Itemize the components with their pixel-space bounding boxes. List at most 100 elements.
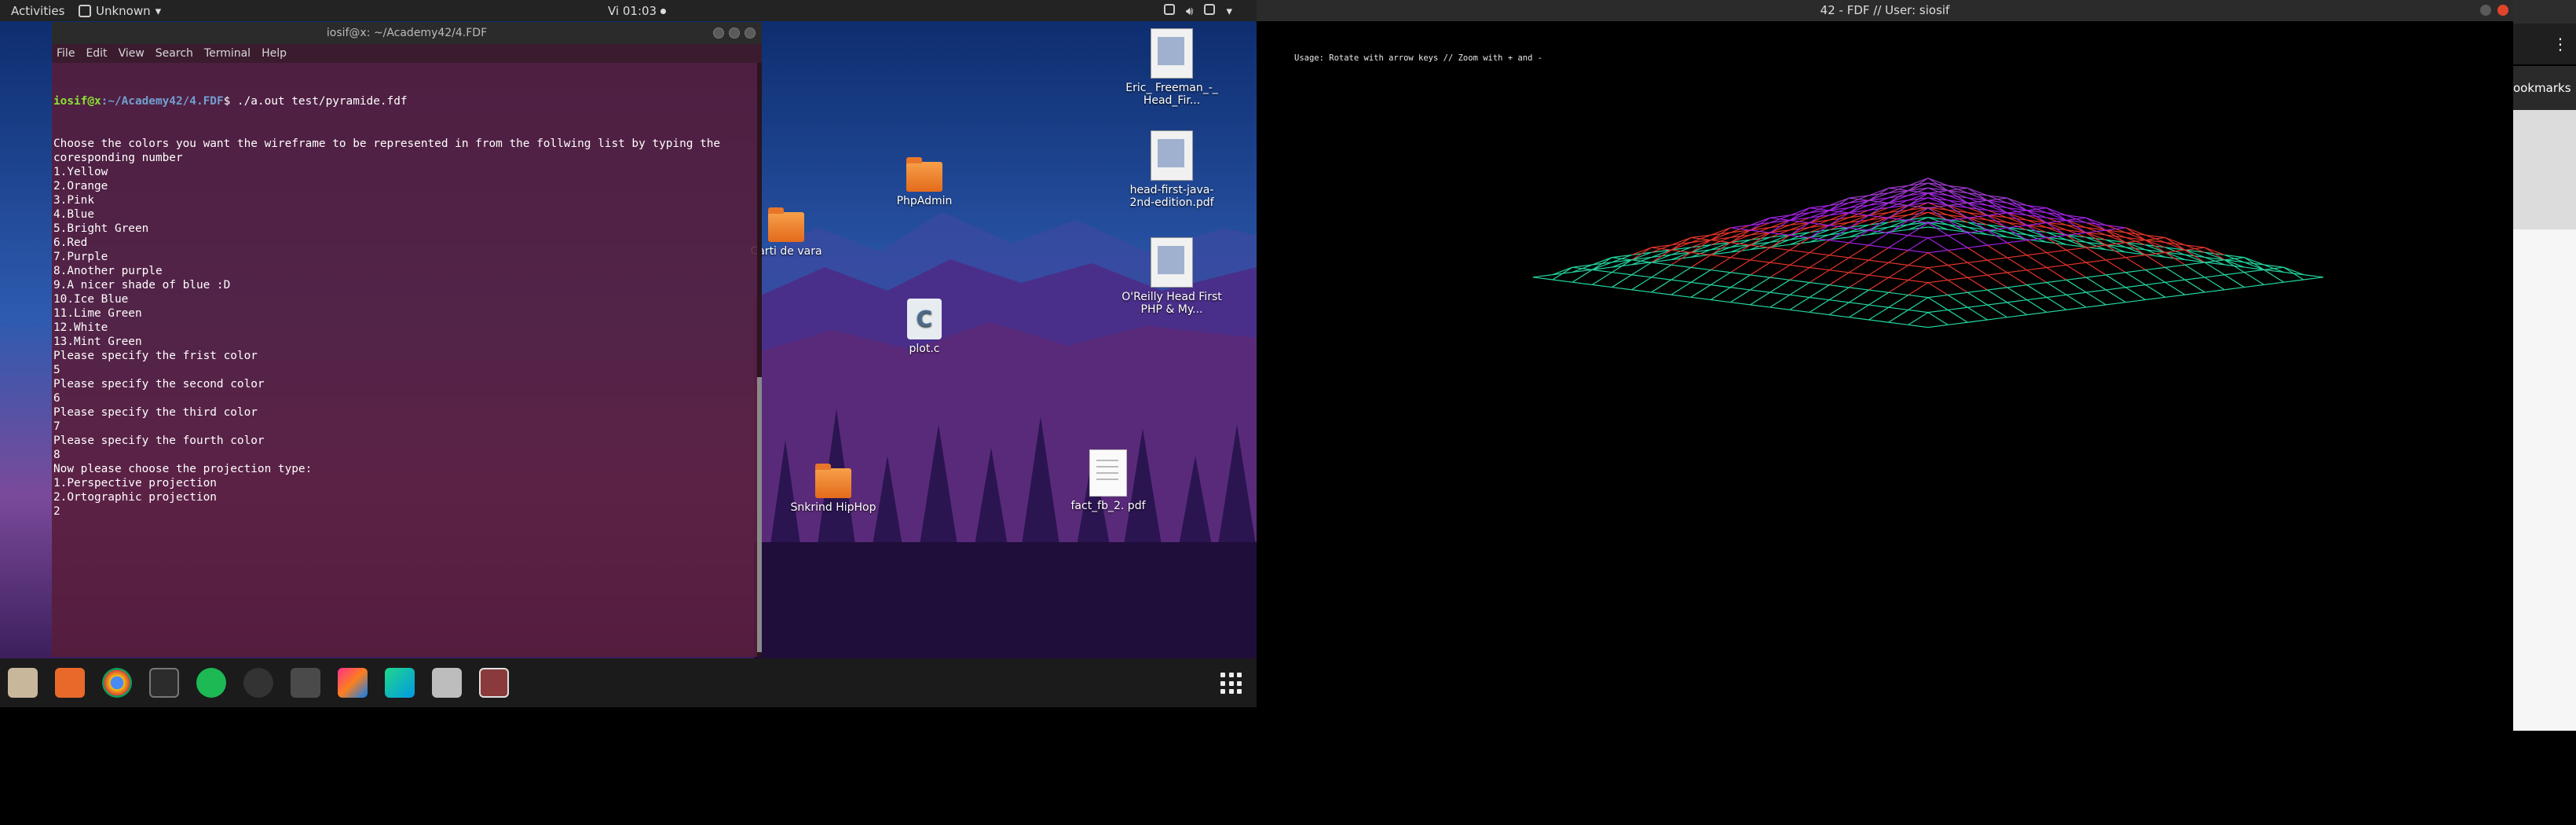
wireframe-edge (1711, 284, 1731, 288)
terminal-line: Now please choose the projection type: (53, 463, 313, 475)
wireframe-edge (2026, 255, 2047, 269)
wireframe-edge (2224, 271, 2245, 276)
wireframe-edge (1789, 279, 1810, 284)
files-icon[interactable] (8, 668, 38, 698)
wireframe-edge (1948, 247, 1968, 251)
terminal-output[interactable]: iosif@x:~/Academy42/4.FDF$ ./a.out test/… (52, 63, 762, 547)
scrollbar-thumb[interactable] (757, 377, 762, 652)
wireframe-edge (2007, 242, 2028, 256)
close-icon[interactable] (2497, 5, 2508, 16)
wireframe-edge (1849, 317, 1869, 321)
wireframe-edge (1691, 296, 1711, 301)
clion-icon[interactable] (385, 668, 415, 698)
software-center-icon[interactable] (55, 668, 85, 698)
desktop-icon-fact-fb-pdf[interactable]: fact_fb_2. pdf (1057, 449, 1159, 512)
menu-search[interactable]: Search (156, 47, 193, 60)
wireframe-edge (1612, 257, 1632, 261)
wireframe-edge (2007, 302, 2028, 316)
menu-edit[interactable]: Edit (86, 47, 107, 60)
wireframe-edge (2066, 217, 2087, 221)
sublime-icon[interactable] (291, 668, 320, 698)
desktop-icon-freeman-book[interactable]: Eric_ Freeman_-_ Head_Fir... (1121, 28, 1223, 107)
wireframe-edge (2205, 259, 2225, 263)
activities-button[interactable]: Activities (11, 4, 64, 18)
terminal-titlebar[interactable]: iosif@x: ~/Academy42/4.FDF (52, 22, 762, 44)
wireframe-edge (1730, 287, 1751, 291)
terminal-window[interactable]: iosif@x: ~/Academy42/4.FDF File Edit Vie… (52, 22, 762, 657)
menu-terminal[interactable]: Terminal (204, 47, 251, 60)
show-apps-icon[interactable] (1220, 673, 1242, 695)
printer-icon[interactable] (432, 668, 462, 698)
terminal-line: 3.Pink (53, 194, 94, 207)
wireframe-edge (2026, 311, 2047, 316)
wireframe-edge (1670, 279, 1692, 283)
wireframe-edge (2106, 259, 2126, 273)
wireframe-edge (1927, 297, 1948, 310)
volume-icon: 🔊︎ (1186, 4, 1194, 18)
wireframe-edge (1888, 264, 1909, 278)
wireframe-edge (1631, 274, 1652, 278)
wireframe-edge (1967, 319, 1988, 323)
book-icon (1151, 130, 1193, 181)
wireframe-edge (2046, 252, 2067, 266)
settings-icon[interactable] (243, 668, 273, 698)
desktop-icon-snkrind-hiphop[interactable]: Snkrind HipHop (782, 464, 884, 514)
chrome-icon[interactable] (102, 668, 132, 698)
terminal-icon[interactable] (149, 668, 179, 698)
menu-help[interactable]: Help (262, 47, 287, 60)
spotify-icon[interactable] (196, 668, 226, 698)
wireframe-edge (1631, 277, 1652, 291)
terminal-line: Please specify the frist color (53, 350, 258, 362)
wireframe-edge (1730, 259, 1751, 273)
wireframe-edge (1552, 279, 1573, 283)
wireframe-edge (1868, 247, 1889, 261)
wireframe-edge (2125, 299, 2146, 303)
wireframe-edge (1927, 312, 1948, 325)
wireframe-edge (1948, 292, 1968, 296)
wireframe-edge (1908, 249, 1929, 254)
window-controls (713, 28, 756, 38)
clock[interactable]: Vi 01:03 (608, 4, 667, 18)
desktop-icon-phpadmin[interactable]: PhpAdmin (873, 157, 975, 207)
wireframe-edge (1947, 309, 1968, 323)
minimize-icon[interactable] (713, 28, 724, 38)
wireframe-edge (2085, 277, 2106, 291)
wireframe-edge (1947, 235, 1968, 248)
fdf-app-icon[interactable] (479, 668, 509, 698)
wireframe-edge (1750, 259, 1770, 263)
bookmarks-label[interactable]: ookmarks (2513, 81, 2571, 95)
maximize-icon[interactable] (729, 28, 740, 38)
wireframe-edge (1750, 292, 1771, 306)
minimize-icon[interactable] (2480, 5, 2491, 16)
system-tray[interactable]: 🔊︎ ▾ (1164, 4, 1232, 18)
wireframe-edge (2204, 277, 2225, 291)
wireframe-edge (2205, 289, 2225, 293)
desktop-icon-plot-c[interactable]: C plot.c (873, 299, 975, 355)
app-menu[interactable]: Unknown ▾ (79, 4, 161, 18)
wireframe-edge (1948, 202, 1968, 207)
wireframe-edge (1828, 272, 1850, 286)
menu-view[interactable]: View (119, 47, 145, 60)
desktop-icon-java-book[interactable]: head-first-java-2nd-edition.pdf (1121, 130, 1223, 209)
wireframe-edge (1849, 242, 1869, 246)
wireframe-edge (1849, 244, 1869, 258)
more-icon[interactable]: ⋮ (2552, 35, 2568, 53)
wireframe-edge (2244, 284, 2264, 288)
wireframe-edge (1888, 247, 1908, 251)
intellij-icon[interactable] (338, 668, 368, 698)
wireframe-edge (1868, 232, 1889, 246)
wireframe-edge (2085, 262, 2106, 276)
terminal-scrollbar[interactable] (757, 63, 762, 657)
wireframe-edge (1888, 250, 1909, 263)
desktop-icon-php-book[interactable]: O'Reilly Head First PHP & My... (1121, 237, 1223, 316)
terminal-line: 5 (53, 364, 60, 376)
fdf-window[interactable]: 42 - FDF // User: siosif Usage: Rotate w… (1257, 0, 2513, 731)
close-icon[interactable] (745, 28, 756, 38)
wireframe-edge (1948, 321, 1968, 326)
wireframe-edge (1789, 281, 1810, 295)
menu-file[interactable]: File (57, 47, 75, 60)
wireframe-canvas[interactable] (1257, 21, 2513, 731)
background-browser-window: ⋮ ookmarks (2513, 0, 2576, 825)
wireframe-edge (2145, 296, 2165, 301)
fdf-titlebar[interactable]: 42 - FDF // User: siosif (1257, 0, 2513, 21)
